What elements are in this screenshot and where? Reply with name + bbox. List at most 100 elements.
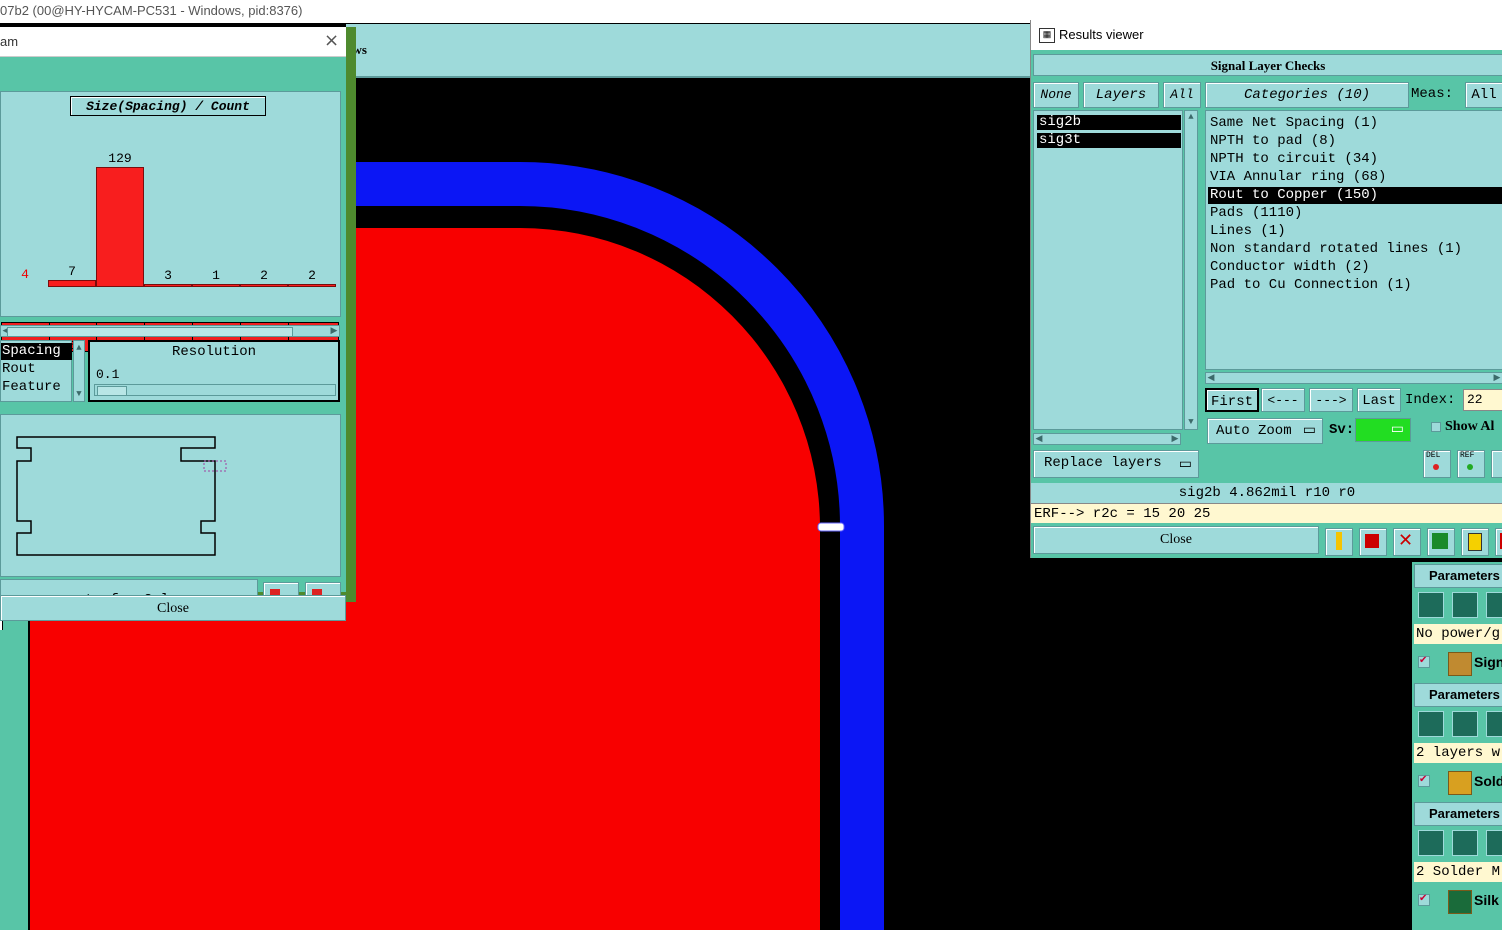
results-viewer-titlebar: ▦ Results viewer — [1031, 20, 1502, 50]
category-item[interactable]: Pad to Cu Connection (1) — [1208, 277, 1502, 294]
close-icon[interactable]: × — [324, 30, 339, 51]
scroll-left-icon[interactable]: ◀ — [1206, 373, 1216, 383]
results-close-button[interactable]: Close — [1033, 526, 1319, 554]
type-item-rout[interactable]: Rout — [1, 361, 72, 378]
clear-icon[interactable]: ✕ — [1393, 528, 1421, 556]
bar-count-label: 1 — [212, 268, 220, 283]
category-item[interactable]: Same Net Spacing (1) — [1208, 115, 1502, 132]
shape-preview-panel — [0, 414, 341, 577]
histogram-bar[interactable] — [48, 280, 96, 287]
analysis-item[interactable]: ✔ Sign — [1414, 648, 1502, 678]
layers-button[interactable]: Layers — [1083, 82, 1159, 108]
scroll-up-icon[interactable]: ▲ — [1186, 112, 1196, 122]
tool-icon[interactable] — [1486, 592, 1502, 618]
prev-button[interactable]: <--- — [1261, 388, 1305, 412]
scroll-right-icon[interactable]: ▶ — [1170, 434, 1180, 444]
category-item[interactable]: NPTH to circuit (34) — [1208, 151, 1502, 168]
categories-hscroll[interactable]: ◀ ▶ — [1205, 372, 1502, 384]
tool-icon[interactable] — [1486, 830, 1502, 856]
histogram-bar[interactable] — [1, 283, 49, 287]
sv-color-dropdown[interactable]: ▭ — [1355, 418, 1411, 442]
histogram-bar[interactable] — [144, 284, 192, 287]
numbering-icon[interactable] — [1427, 528, 1455, 556]
scroll-right-icon[interactable]: ▶ — [329, 326, 339, 336]
show-all-checkbox[interactable] — [1431, 422, 1441, 432]
check-icon[interactable]: ✔ — [1418, 656, 1430, 668]
all-layers-button[interactable]: All — [1163, 82, 1201, 108]
analysis-side-panel: Parameters No power/g ✔ Sign Parameters … — [1412, 562, 1502, 930]
layers-hscroll[interactable]: ◀ ▶ — [1033, 433, 1181, 445]
histogram-bar[interactable] — [288, 284, 336, 287]
scroll-down-icon[interactable]: ▼ — [74, 389, 84, 399]
tool-row — [1414, 709, 1502, 741]
tool-icon[interactable] — [1452, 711, 1478, 737]
histogram-close-button[interactable]: Close — [0, 595, 346, 621]
meas-label: Meas: — [1411, 86, 1454, 102]
parameters-header[interactable]: Parameters — [1414, 564, 1502, 588]
scroll-right-icon[interactable]: ▶ — [1492, 373, 1502, 383]
tool-icon[interactable] — [1486, 711, 1502, 737]
next-button[interactable]: ---> — [1309, 388, 1353, 412]
scroll-down-icon[interactable]: ▼ — [1186, 417, 1196, 427]
scroll-left-icon[interactable]: ◀ — [1034, 434, 1044, 444]
measurement-marker — [817, 522, 845, 532]
resolution-slider[interactable] — [94, 384, 336, 396]
check-icon[interactable]: ✔ — [1418, 775, 1430, 787]
dropdown-icon: ▭ — [1302, 423, 1316, 439]
auto-zoom-dropdown[interactable]: Auto Zoom ▭ — [1207, 418, 1323, 444]
category-item-selected[interactable]: Rout to Copper (150) — [1208, 187, 1502, 204]
del-dot — [1433, 464, 1439, 470]
histogram-bar[interactable] — [96, 167, 144, 287]
type-list-vscroll[interactable]: ▲ ▼ — [73, 340, 85, 402]
replace-layers-dropdown[interactable]: Replace layers ▭ — [1033, 450, 1199, 478]
layers-vscroll[interactable]: ▲ ▼ — [1184, 110, 1198, 430]
category-item[interactable]: Conductor width (2) — [1208, 259, 1502, 276]
category-item[interactable]: VIA Annular ring (68) — [1208, 169, 1502, 186]
category-item[interactable]: Non standard rotated lines (1) — [1208, 241, 1502, 258]
silk-icon — [1448, 890, 1472, 914]
histogram-bar[interactable] — [240, 284, 288, 287]
tool-icon[interactable] — [1452, 592, 1478, 618]
signal-icon — [1448, 652, 1472, 676]
notes-icon[interactable] — [1461, 528, 1489, 556]
layer-item-sig3t[interactable]: sig3t — [1037, 133, 1181, 148]
tool-icon[interactable] — [1418, 830, 1444, 856]
main-left-toolbar-strip — [0, 592, 28, 930]
update-icon[interactable] — [1491, 450, 1502, 478]
reference-icon[interactable]: REF — [1457, 450, 1485, 478]
resolution-label: Resolution — [171, 344, 256, 360]
highlight-icon[interactable] — [1325, 528, 1353, 556]
app-icon: ▦ — [1039, 28, 1055, 43]
index-field[interactable]: 22 — [1463, 389, 1502, 411]
last-button[interactable]: Last — [1357, 388, 1401, 412]
type-item-feature[interactable]: Feature — [1, 379, 72, 396]
resolution-value: 0.1 — [96, 367, 120, 382]
layer-item-sig2b[interactable]: sig2b — [1037, 115, 1181, 130]
tool-icon[interactable] — [1418, 592, 1444, 618]
analysis-item[interactable]: ✔ Silk — [1414, 886, 1502, 916]
scroll-thumb[interactable] — [7, 327, 293, 337]
first-button[interactable]: First — [1205, 388, 1259, 412]
category-item[interactable]: Pads (1110) — [1208, 205, 1502, 222]
analysis-item[interactable]: ✔ Sold — [1414, 767, 1502, 797]
categories-button[interactable]: Categories (10) — [1205, 82, 1409, 108]
none-button[interactable]: None — [1033, 82, 1079, 108]
category-item[interactable]: Lines (1) — [1208, 223, 1502, 240]
histogram-dialog: am × 471293122 4.8- 4.94.9- 55- 5.15.1- … — [0, 27, 356, 621]
histogram-bar[interactable] — [192, 284, 240, 287]
resolution-slider-knob[interactable] — [97, 386, 127, 396]
tool-icon[interactable] — [1418, 711, 1444, 737]
parameters-header[interactable]: Parameters — [1414, 802, 1502, 826]
histogram-hscroll[interactable]: ◀ ▶ — [0, 325, 340, 337]
export-icon[interactable] — [1495, 528, 1502, 556]
parameters-header[interactable]: Parameters — [1414, 683, 1502, 707]
meas-all-button[interactable]: All — [1465, 82, 1502, 108]
delete-icon[interactable]: DEL — [1423, 450, 1451, 478]
report-icon[interactable] — [1359, 528, 1387, 556]
check-icon[interactable]: ✔ — [1418, 894, 1430, 906]
category-item[interactable]: NPTH to pad (8) — [1208, 133, 1502, 150]
tool-icon[interactable] — [1452, 830, 1478, 856]
type-item-spacing[interactable]: Spacing — [1, 343, 72, 360]
scroll-up-icon[interactable]: ▲ — [74, 343, 84, 353]
layers-list: sig2b sig3t — [1033, 110, 1183, 430]
